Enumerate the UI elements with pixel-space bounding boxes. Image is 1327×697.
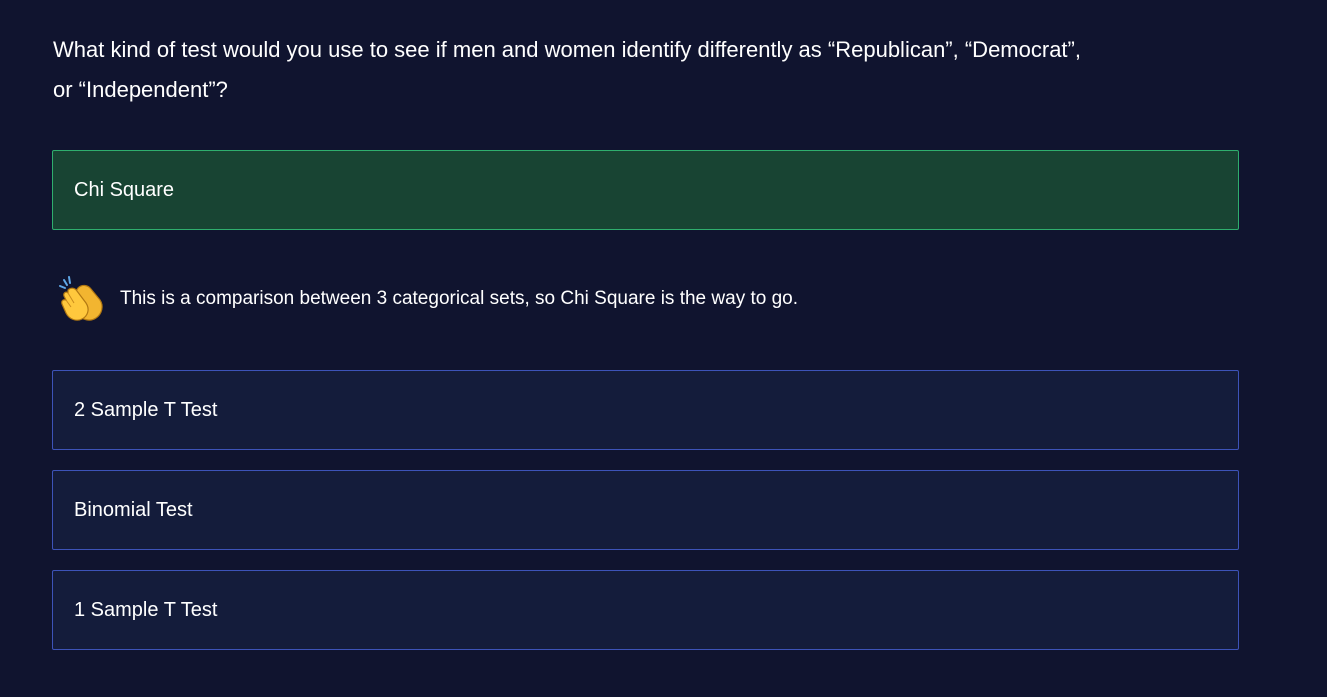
- question-line-1: What kind of test would you use to see i…: [53, 37, 1081, 62]
- answer-option-binomial-test[interactable]: Binomial Test: [52, 470, 1239, 550]
- clapping-hands-icon: [58, 276, 106, 322]
- quiz-container: What kind of test would you use to see i…: [0, 0, 1327, 697]
- answer-option-2-sample-t-test[interactable]: 2 Sample T Test: [52, 370, 1239, 450]
- question-line-2: or “Independent”?: [53, 77, 228, 102]
- answer-option-label: 1 Sample T Test: [74, 599, 218, 621]
- answer-option-1-sample-t-test[interactable]: 1 Sample T Test: [52, 570, 1239, 650]
- answer-option-label: 2 Sample T Test: [74, 399, 218, 421]
- answer-option-chi-square[interactable]: Chi Square: [52, 150, 1239, 230]
- feedback-text: This is a comparison between 3 categoric…: [120, 288, 799, 309]
- answer-option-label: Chi Square: [74, 179, 175, 201]
- question-text: What kind of test would you use to see i…: [53, 30, 1253, 110]
- answer-option-label: Binomial Test: [74, 499, 193, 521]
- answer-feedback: This is a comparison between 3 categoric…: [58, 276, 798, 322]
